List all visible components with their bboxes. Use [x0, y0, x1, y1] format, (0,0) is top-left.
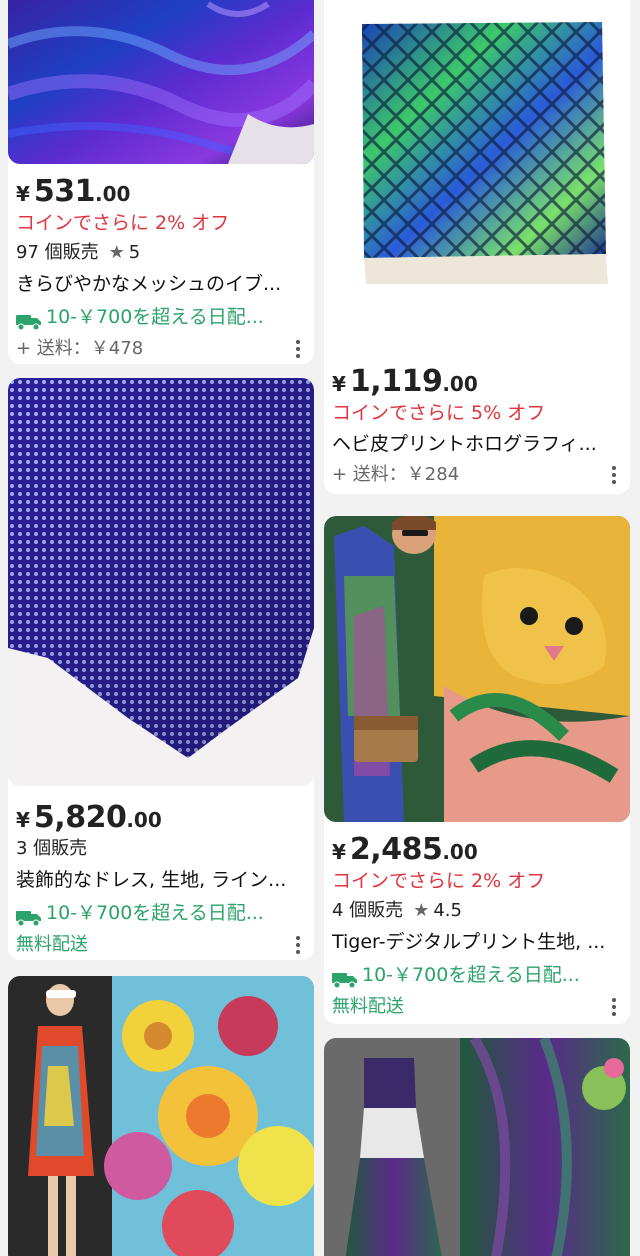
product-image-tiger-digital-print	[324, 516, 630, 822]
more-vertical-icon[interactable]	[296, 340, 306, 358]
product-image[interactable]	[324, 516, 630, 822]
product-card-snake-hologram[interactable]: ¥ 1,119 .00 コインでさらに 5% オフ ヘビ皮プリントホログラフィ.…	[324, 0, 630, 494]
rating: 5	[128, 242, 141, 263]
delivery-promo: 10-￥700を超える日配...	[16, 300, 306, 334]
currency-symbol: ¥	[332, 372, 346, 396]
sold-count: 3 個販売	[16, 838, 88, 859]
product-card-rhinestone-mesh[interactable]: ¥ 5,820 .00 3 個販売 装飾的なドレス, 生地, ライン... 10…	[8, 378, 314, 960]
sold-count: 4 個販売	[332, 900, 404, 921]
star-icon: ★	[108, 242, 125, 263]
shipping-fee: + 送料：￥284	[332, 464, 460, 485]
product-image-baroque-print-fabric	[8, 976, 314, 1256]
currency-symbol: ¥	[16, 182, 30, 206]
delivery-promo-text: 10-￥700を超える日配...	[362, 964, 580, 986]
truck-icon	[332, 966, 358, 989]
delivery-promo: 10-￥700を超える日配...	[16, 896, 306, 930]
product-card-tiger-print[interactable]: ¥ 2,485 .00 コインでさらに 2% オフ 4 個販売 ★ 4.5 Ti…	[324, 516, 630, 1024]
price: ¥ 5,820 .00	[16, 786, 306, 835]
more-vertical-icon[interactable]	[612, 466, 622, 484]
shipping-row: + 送料：￥478	[16, 334, 306, 364]
product-image[interactable]	[324, 1038, 630, 1256]
price: ¥ 531 .00	[16, 164, 306, 209]
sold-count: 97 個販売	[16, 242, 99, 263]
shipping-row: + 送料：￥284	[332, 460, 622, 490]
shipping-fee: + 送料：￥478	[16, 338, 144, 359]
sold-count-row: 4 個販売 ★ 4.5	[332, 896, 622, 926]
price-decimal: .00	[442, 372, 478, 396]
price-integer: 531	[33, 174, 96, 209]
price-integer: 1,119	[349, 364, 443, 399]
product-image[interactable]	[8, 0, 314, 164]
truck-icon	[16, 308, 42, 331]
product-image-iridescent-velvet	[324, 1038, 630, 1256]
product-card-velvet-fabric[interactable]	[324, 1038, 630, 1256]
price-decimal: .00	[95, 182, 131, 206]
product-card-baroque-print[interactable]	[8, 976, 314, 1256]
coin-discount: コインでさらに 2% オフ	[332, 870, 546, 892]
product-title[interactable]: きらびやかなメッシュのイブ...	[16, 268, 306, 300]
product-image-rhinestone-fabric	[8, 378, 314, 786]
truck-icon	[16, 904, 42, 927]
product-image[interactable]	[8, 976, 314, 1256]
product-title[interactable]: Tiger-デジタルプリント生地, ...	[332, 926, 622, 958]
product-title[interactable]: 装飾的なドレス, 生地, ライン...	[16, 864, 306, 896]
coin-discount: コインでさらに 2% オフ	[16, 212, 230, 234]
coin-discount: コインでさらに 5% オフ	[332, 402, 546, 424]
rating: 4.5	[433, 900, 462, 921]
star-icon: ★	[413, 900, 430, 921]
shipping-row: 無料配送	[332, 992, 622, 1022]
free-shipping: 無料配送	[16, 934, 88, 955]
price-integer: 5,820	[33, 800, 127, 835]
more-vertical-icon[interactable]	[296, 936, 306, 954]
product-image[interactable]	[8, 378, 314, 786]
sold-count-row: 3 個販売	[16, 834, 306, 864]
delivery-promo-text: 10-￥700を超える日配...	[46, 306, 264, 328]
currency-symbol: ¥	[332, 840, 346, 864]
more-vertical-icon[interactable]	[612, 998, 622, 1016]
product-image[interactable]	[324, 0, 630, 354]
free-shipping: 無料配送	[332, 996, 404, 1017]
price-decimal: .00	[442, 840, 478, 864]
product-card-glitter-mesh[interactable]: ¥ 531 .00 コインでさらに 2% オフ 97 個販売 ★ 5 きらびやか…	[8, 0, 314, 364]
price-integer: 2,485	[349, 832, 443, 867]
delivery-promo: 10-￥700を超える日配...	[332, 958, 622, 992]
shipping-row: 無料配送	[16, 930, 306, 960]
price-decimal: .00	[126, 808, 162, 832]
price: ¥ 2,485 .00	[332, 822, 622, 867]
product-title[interactable]: ヘビ皮プリントホログラフィ...	[332, 428, 622, 460]
product-image-snakeskin-holographic	[324, 0, 630, 354]
product-image-holographic-mesh	[8, 0, 314, 164]
sold-count-row: 97 個販売 ★ 5	[16, 238, 306, 268]
delivery-promo-text: 10-￥700を超える日配...	[46, 902, 264, 924]
price: ¥ 1,119 .00	[332, 354, 622, 399]
currency-symbol: ¥	[16, 808, 30, 832]
